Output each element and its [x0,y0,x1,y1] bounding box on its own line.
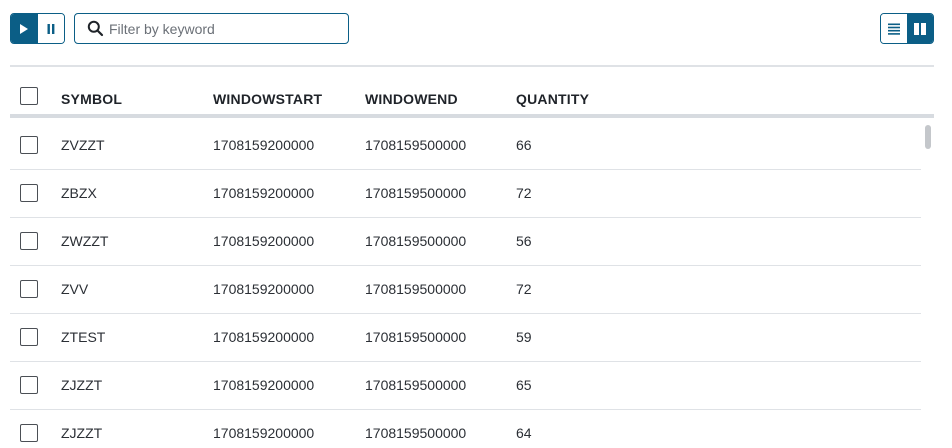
table-row[interactable]: ZTEST 1708159200000 1708159500000 59 [10,314,921,362]
cell-windowend: 1708159500000 [365,377,467,393]
table-header: SYMBOL WINDOWSTART WINDOWEND QUANTITY [10,67,934,118]
row-checkbox[interactable] [20,328,38,346]
cell-windowstart: 1708159200000 [213,377,315,393]
toolbar [0,0,952,60]
cell-symbol: ZJZZT [61,425,103,441]
cell-windowend: 1708159500000 [365,425,467,441]
cell-windowstart: 1708159200000 [213,329,315,345]
column-header-windowend[interactable]: WINDOWEND [365,67,458,114]
cell-windowstart: 1708159200000 [213,185,315,201]
cell-windowstart: 1708159200000 [213,137,315,153]
cell-quantity: 72 [516,185,532,201]
play-pause-group [10,13,65,44]
select-all-checkbox[interactable] [20,87,38,105]
search-icon [87,20,107,37]
cell-quantity: 65 [516,377,532,393]
table-row[interactable]: ZVZZT 1708159200000 1708159500000 66 [10,122,921,170]
row-checkbox[interactable] [20,184,38,202]
table-row[interactable]: ZWZZT 1708159200000 1708159500000 56 [10,218,921,266]
pause-icon [47,23,55,34]
data-table: SYMBOL WINDOWSTART WINDOWEND QUANTITY ZV… [10,67,934,448]
cell-windowstart: 1708159200000 [213,281,315,297]
cell-windowstart: 1708159200000 [213,425,315,441]
split-view-button[interactable] [907,14,933,43]
list-view-icon [888,23,900,35]
table-row[interactable]: ZJZZT 1708159200000 1708159500000 64 [10,410,921,448]
cell-symbol: ZWZZT [61,233,109,249]
row-checkbox[interactable] [20,280,38,298]
column-header-windowstart[interactable]: WINDOWSTART [213,67,322,114]
cell-quantity: 66 [516,137,532,153]
cell-quantity: 59 [516,329,532,345]
cell-windowend: 1708159500000 [365,233,467,249]
cell-windowend: 1708159500000 [365,281,467,297]
table-row[interactable]: ZBZX 1708159200000 1708159500000 72 [10,170,921,218]
view-toggle [880,13,934,44]
vertical-scrollbar[interactable] [922,122,934,448]
row-checkbox[interactable] [20,232,38,250]
cell-symbol: ZVV [61,281,89,297]
cell-symbol: ZJZZT [61,377,103,393]
row-checkbox[interactable] [20,424,38,442]
play-icon [20,23,29,34]
cell-symbol: ZTEST [61,329,106,345]
cell-quantity: 72 [516,281,532,297]
search-box [74,13,349,44]
cell-symbol: ZVZZT [61,137,105,153]
cell-quantity: 64 [516,425,532,441]
table-row[interactable]: ZJZZT 1708159200000 1708159500000 65 [10,362,921,410]
cell-windowend: 1708159500000 [365,137,467,153]
row-checkbox[interactable] [20,376,38,394]
cell-quantity: 56 [516,233,532,249]
search-input[interactable] [109,14,348,43]
column-header-quantity[interactable]: QUANTITY [516,67,589,114]
cell-windowend: 1708159500000 [365,185,467,201]
pause-button[interactable] [37,14,64,43]
column-header-symbol[interactable]: SYMBOL [61,67,122,114]
cell-windowend: 1708159500000 [365,329,467,345]
cell-symbol: ZBZX [61,185,97,201]
list-view-button[interactable] [881,14,907,43]
row-checkbox[interactable] [20,136,38,154]
scrollbar-thumb[interactable] [925,125,931,149]
cell-windowstart: 1708159200000 [213,233,315,249]
play-button[interactable] [11,14,38,43]
table-body: ZVZZT 1708159200000 1708159500000 66 ZBZ… [10,122,922,448]
split-view-icon [914,22,926,35]
table-row[interactable]: ZVV 1708159200000 1708159500000 72 [10,266,921,314]
